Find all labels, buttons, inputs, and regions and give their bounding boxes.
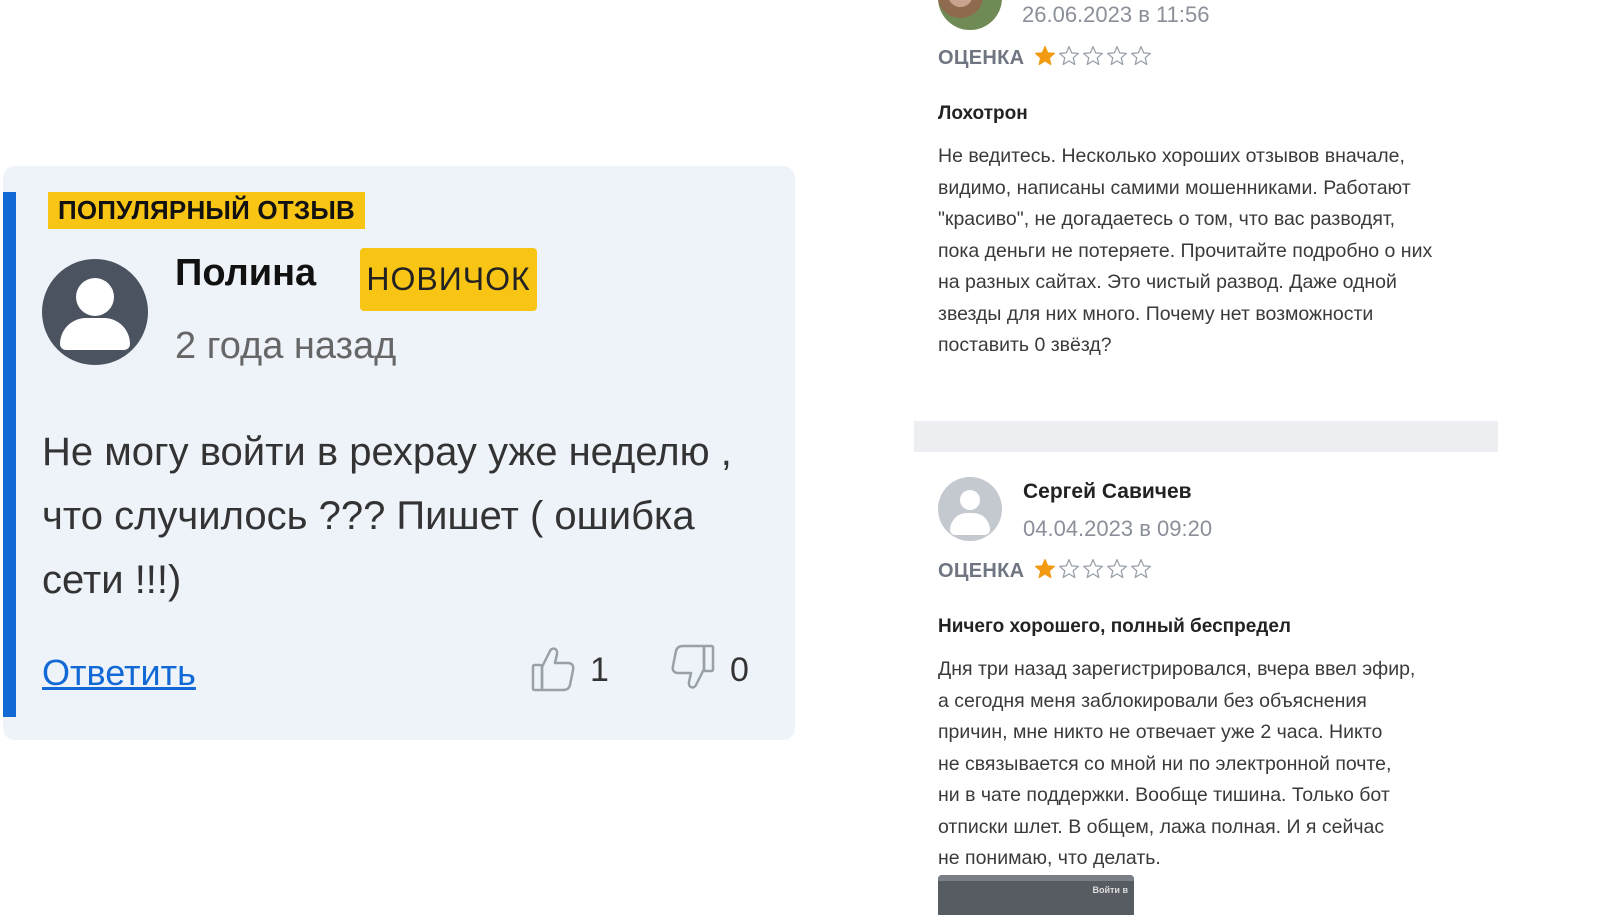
star-icon — [1059, 559, 1079, 579]
rating-stars — [1034, 45, 1152, 67]
star-icon — [1107, 559, 1127, 579]
star-icon — [1107, 46, 1127, 66]
post-time: 2 года назад — [175, 325, 397, 367]
review-date: 26.06.2023 в 11:56 — [1022, 2, 1210, 27]
star-icon — [1131, 559, 1151, 579]
review-text: Не ведитесь. Несколько хороших отзывов в… — [938, 145, 1433, 356]
thumbs-down-icon — [670, 643, 716, 697]
star-icon — [1035, 46, 1055, 66]
like-count: 1 — [590, 650, 609, 689]
avatar — [42, 259, 148, 365]
reply-link[interactable]: Ответить — [42, 652, 196, 694]
reviews-divider — [914, 421, 1498, 452]
review-text: Дня три назад зарегистрировался, вчера в… — [938, 658, 1416, 869]
popular-review-accent-bar — [3, 192, 16, 717]
thumbs-up-icon — [530, 643, 576, 697]
review-title: Ничего хорошего, полный беспредел — [938, 616, 1291, 637]
attachment-caption: Войти в — [1092, 885, 1128, 895]
star-icon — [1083, 46, 1103, 66]
dislike-button[interactable]: 0 — [670, 640, 749, 700]
user-level-badge: НОВИЧОК — [360, 248, 537, 311]
rating-stars — [1034, 558, 1152, 580]
user-avatar-icon — [76, 278, 114, 316]
author-name[interactable]: Полина — [175, 252, 316, 295]
avatar — [938, 477, 1002, 541]
review-date: 04.04.2023 в 09:20 — [1023, 516, 1213, 541]
dislike-count: 0 — [730, 650, 749, 689]
user-avatar-icon — [960, 490, 980, 510]
popular-review-badge: ПОПУЛЯРНЫЙ ОТЗЫВ — [48, 192, 365, 229]
star-icon — [1059, 46, 1079, 66]
review-author[interactable]: Сергей Савичев — [1023, 480, 1192, 504]
review-title: Лохотрон — [938, 103, 1028, 124]
avatar — [938, 0, 1002, 30]
star-icon — [1035, 559, 1055, 579]
rating-label: ОЦЕНКА — [938, 560, 1025, 582]
attachment-thumbnail[interactable]: Войти в — [938, 875, 1134, 915]
like-button[interactable]: 1 — [530, 640, 609, 700]
star-icon — [1083, 559, 1103, 579]
review-text: Не могу войти в рехрау уже неделю , что … — [42, 430, 732, 602]
rating-label: ОЦЕНКА — [938, 47, 1025, 69]
star-icon — [1131, 46, 1151, 66]
